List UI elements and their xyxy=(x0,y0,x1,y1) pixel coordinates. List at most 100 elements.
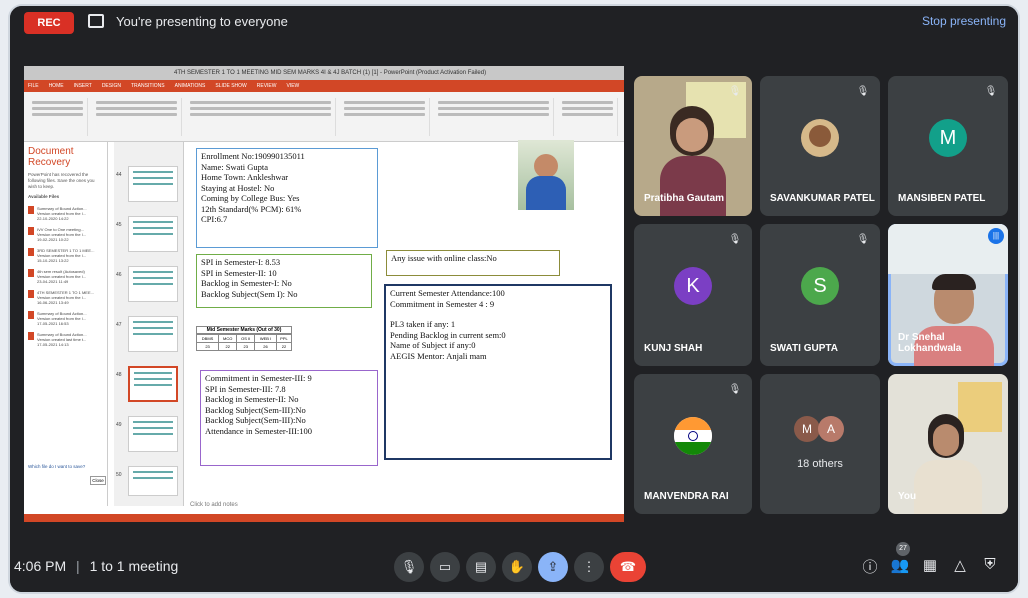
slide-thumbnail[interactable] xyxy=(128,216,178,252)
participant-name: MANSIBEN PATEL xyxy=(898,193,986,204)
presenting-status: You're presenting to everyone xyxy=(116,14,288,29)
slide-number: 50 xyxy=(116,472,122,478)
self-view-tile[interactable]: You xyxy=(888,374,1008,514)
slide-thumbnail[interactable] xyxy=(128,316,178,352)
stop-presenting-button[interactable]: Stop presenting xyxy=(922,14,1006,28)
student-photo xyxy=(518,140,574,210)
ribbon-tab[interactable]: REVIEW xyxy=(257,83,277,89)
mic-off-icon: 🎙 xyxy=(984,86,998,97)
participant-name: You xyxy=(898,491,917,502)
ribbon-tab[interactable]: HOME xyxy=(49,83,64,89)
ribbon-group-font[interactable] xyxy=(186,98,336,136)
avatar: M xyxy=(929,118,967,157)
ribbon-tab[interactable]: ANIMATIONS xyxy=(175,83,206,89)
student-info-box: Enrollment No:190990135011 Name: Swati G… xyxy=(196,148,378,248)
slide-number: 48 xyxy=(116,372,122,378)
camera-button[interactable]: ▭ xyxy=(430,552,460,582)
captions-button[interactable]: ▤ xyxy=(466,552,496,582)
ribbon-tab[interactable]: INSERT xyxy=(74,83,92,89)
recovery-description: PowerPoint has recovered the following f… xyxy=(28,172,95,189)
ribbon-group-paragraph[interactable] xyxy=(340,98,430,136)
ppt-file-icon xyxy=(28,227,34,235)
ribbon-group-clipboard[interactable] xyxy=(28,98,88,136)
others-tile[interactable]: M A 18 others xyxy=(760,374,880,514)
leave-call-button[interactable]: ☎ xyxy=(610,552,646,582)
mic-icon: 🎙 xyxy=(400,559,418,574)
slide-thumbnails: 44 45 46 47 48 49 50 xyxy=(114,142,184,506)
recovered-file[interactable]: 4TH SEMESTER 1 TO 1 MEE... Version create… xyxy=(28,290,103,305)
mic-off-icon: 🎙 xyxy=(856,234,870,245)
slide-number: 47 xyxy=(116,322,122,328)
participant-tile-active-speaker[interactable]: ||| Dr Snehal Lokhandwala xyxy=(888,224,1008,366)
online-issue-box: Any issue with online class:No xyxy=(386,250,560,276)
current-semester-box: Current Semester Attendance:100 Commitme… xyxy=(384,284,612,460)
top-bar: REC You're presenting to everyone Stop p… xyxy=(10,6,1018,38)
raise-hand-button[interactable]: ✋ xyxy=(502,552,532,582)
ribbon-group-slides[interactable] xyxy=(92,98,182,136)
ribbon-group-drawing[interactable] xyxy=(434,98,554,136)
which-file-link[interactable]: Which file do I want to save? xyxy=(28,464,85,470)
ribbon-group-editing[interactable] xyxy=(558,98,618,136)
slide-number: 44 xyxy=(116,172,122,178)
avatar: M xyxy=(794,416,820,442)
participant-tile[interactable]: S 🎙 SWATI GUPTA xyxy=(760,224,880,366)
camera-icon: ▭ xyxy=(438,559,452,574)
recovered-file[interactable]: IVV One to One meeting... Version created… xyxy=(28,227,103,242)
meeting-details-button[interactable]: ⓘ xyxy=(860,556,880,577)
recovered-file[interactable]: 3RD SEMESTER 1 TO 1 MEE... Version create… xyxy=(28,248,103,263)
more-vert-icon: ⋮ xyxy=(582,559,596,574)
participant-tile[interactable]: M 🎙 MANSIBEN PATEL xyxy=(888,76,1008,216)
recovery-close-button[interactable]: Close xyxy=(90,476,106,485)
meeting-name: 1 to 1 meeting xyxy=(89,558,179,574)
avatar: S xyxy=(801,267,839,306)
participant-name: Pratibha Gautam xyxy=(644,193,725,204)
slide-thumbnail[interactable] xyxy=(128,266,178,302)
participant-name: SWATI GUPTA xyxy=(770,343,838,354)
participant-tile[interactable]: K 🎙 KUNJ SHAH xyxy=(634,224,752,366)
avatar: A xyxy=(818,416,844,442)
current-slide: Enrollment No:190990135011 Name: Swati G… xyxy=(190,140,620,498)
clock: 4:06 PM xyxy=(14,558,67,574)
shield-lock-icon: ⛨ xyxy=(984,556,996,573)
spi-box: SPI in Semester-I: 8.53 SPI in Semester-… xyxy=(196,254,372,308)
people-button[interactable]: 👥 xyxy=(890,556,910,574)
participant-tile[interactable]: 🎙 SAVANKUMAR PATEL xyxy=(760,76,880,216)
chat-button[interactable]: ▦ xyxy=(920,556,940,574)
ribbon-tab[interactable]: TRANSITIONS xyxy=(131,83,165,89)
mic-button[interactable]: 🎙 xyxy=(394,552,424,582)
ribbon-tab[interactable]: VIEW xyxy=(287,83,300,89)
india-flag-avatar xyxy=(674,416,712,455)
mic-off-icon: 🎙 xyxy=(728,234,742,245)
ppt-ribbon-tabs: FILE HOME INSERT DESIGN TRANSITIONS ANIM… xyxy=(24,80,624,92)
bottom-bar: 4:06 PM | 1 to 1 meeting 🎙 ▭ ▤ ✋ ⇪ ⋮ ☎ ⓘ… xyxy=(10,542,1018,592)
recovered-file[interactable]: Summary of Bound Action... Version create… xyxy=(28,332,103,347)
speaking-indicator-icon: ||| xyxy=(988,228,1004,244)
ppt-file-icon xyxy=(28,248,34,256)
mic-off-icon: 🎙 xyxy=(856,86,870,97)
ribbon-tab[interactable]: DESIGN xyxy=(102,83,121,89)
participant-name: SAVANKUMAR PATEL xyxy=(770,193,875,204)
present-button[interactable]: ⇪ xyxy=(538,552,568,582)
ribbon-tab[interactable]: FILE xyxy=(28,83,39,89)
ppt-window-title: 4TH SEMESTER 1 TO 1 MEETING MID SEM MARK… xyxy=(24,66,624,80)
phone-hangup-icon: ☎ xyxy=(619,559,637,574)
recovered-file[interactable]: Summary of Bound Action... Version create… xyxy=(28,311,103,326)
people-icon: 👥 xyxy=(890,557,910,574)
activities-button[interactable]: △ xyxy=(950,556,970,574)
more-options-button[interactable]: ⋮ xyxy=(574,552,604,582)
ribbon-tab[interactable]: SLIDE SHOW xyxy=(215,83,246,89)
participant-tile[interactable]: 🎙 Pratibha Gautam xyxy=(634,76,752,216)
slide-thumbnail[interactable] xyxy=(128,416,178,452)
slide-thumbnail[interactable] xyxy=(128,166,178,202)
slide-thumbnail-selected[interactable] xyxy=(128,366,178,402)
host-controls-button[interactable]: ⛨ xyxy=(980,556,1000,573)
shared-screen: 4TH SEMESTER 1 TO 1 MEETING MID SEM MARK… xyxy=(24,66,624,522)
captions-icon: ▤ xyxy=(474,559,488,574)
slide-thumbnail[interactable] xyxy=(128,466,178,496)
meeting-time-and-name: 4:06 PM | 1 to 1 meeting xyxy=(14,558,179,574)
recovered-file[interactable]: 4th sem result (Autosaved) Version create… xyxy=(28,269,103,284)
recovered-file[interactable]: Summary of Bound Action... Version create… xyxy=(28,206,103,221)
semester-3-box: Commitment in Semester-III: 9 SPI in Sem… xyxy=(200,370,378,466)
notes-placeholder[interactable]: Click to add notes xyxy=(190,502,238,508)
participant-tile[interactable]: 🎙 MANVENDRA RAI xyxy=(634,374,752,514)
